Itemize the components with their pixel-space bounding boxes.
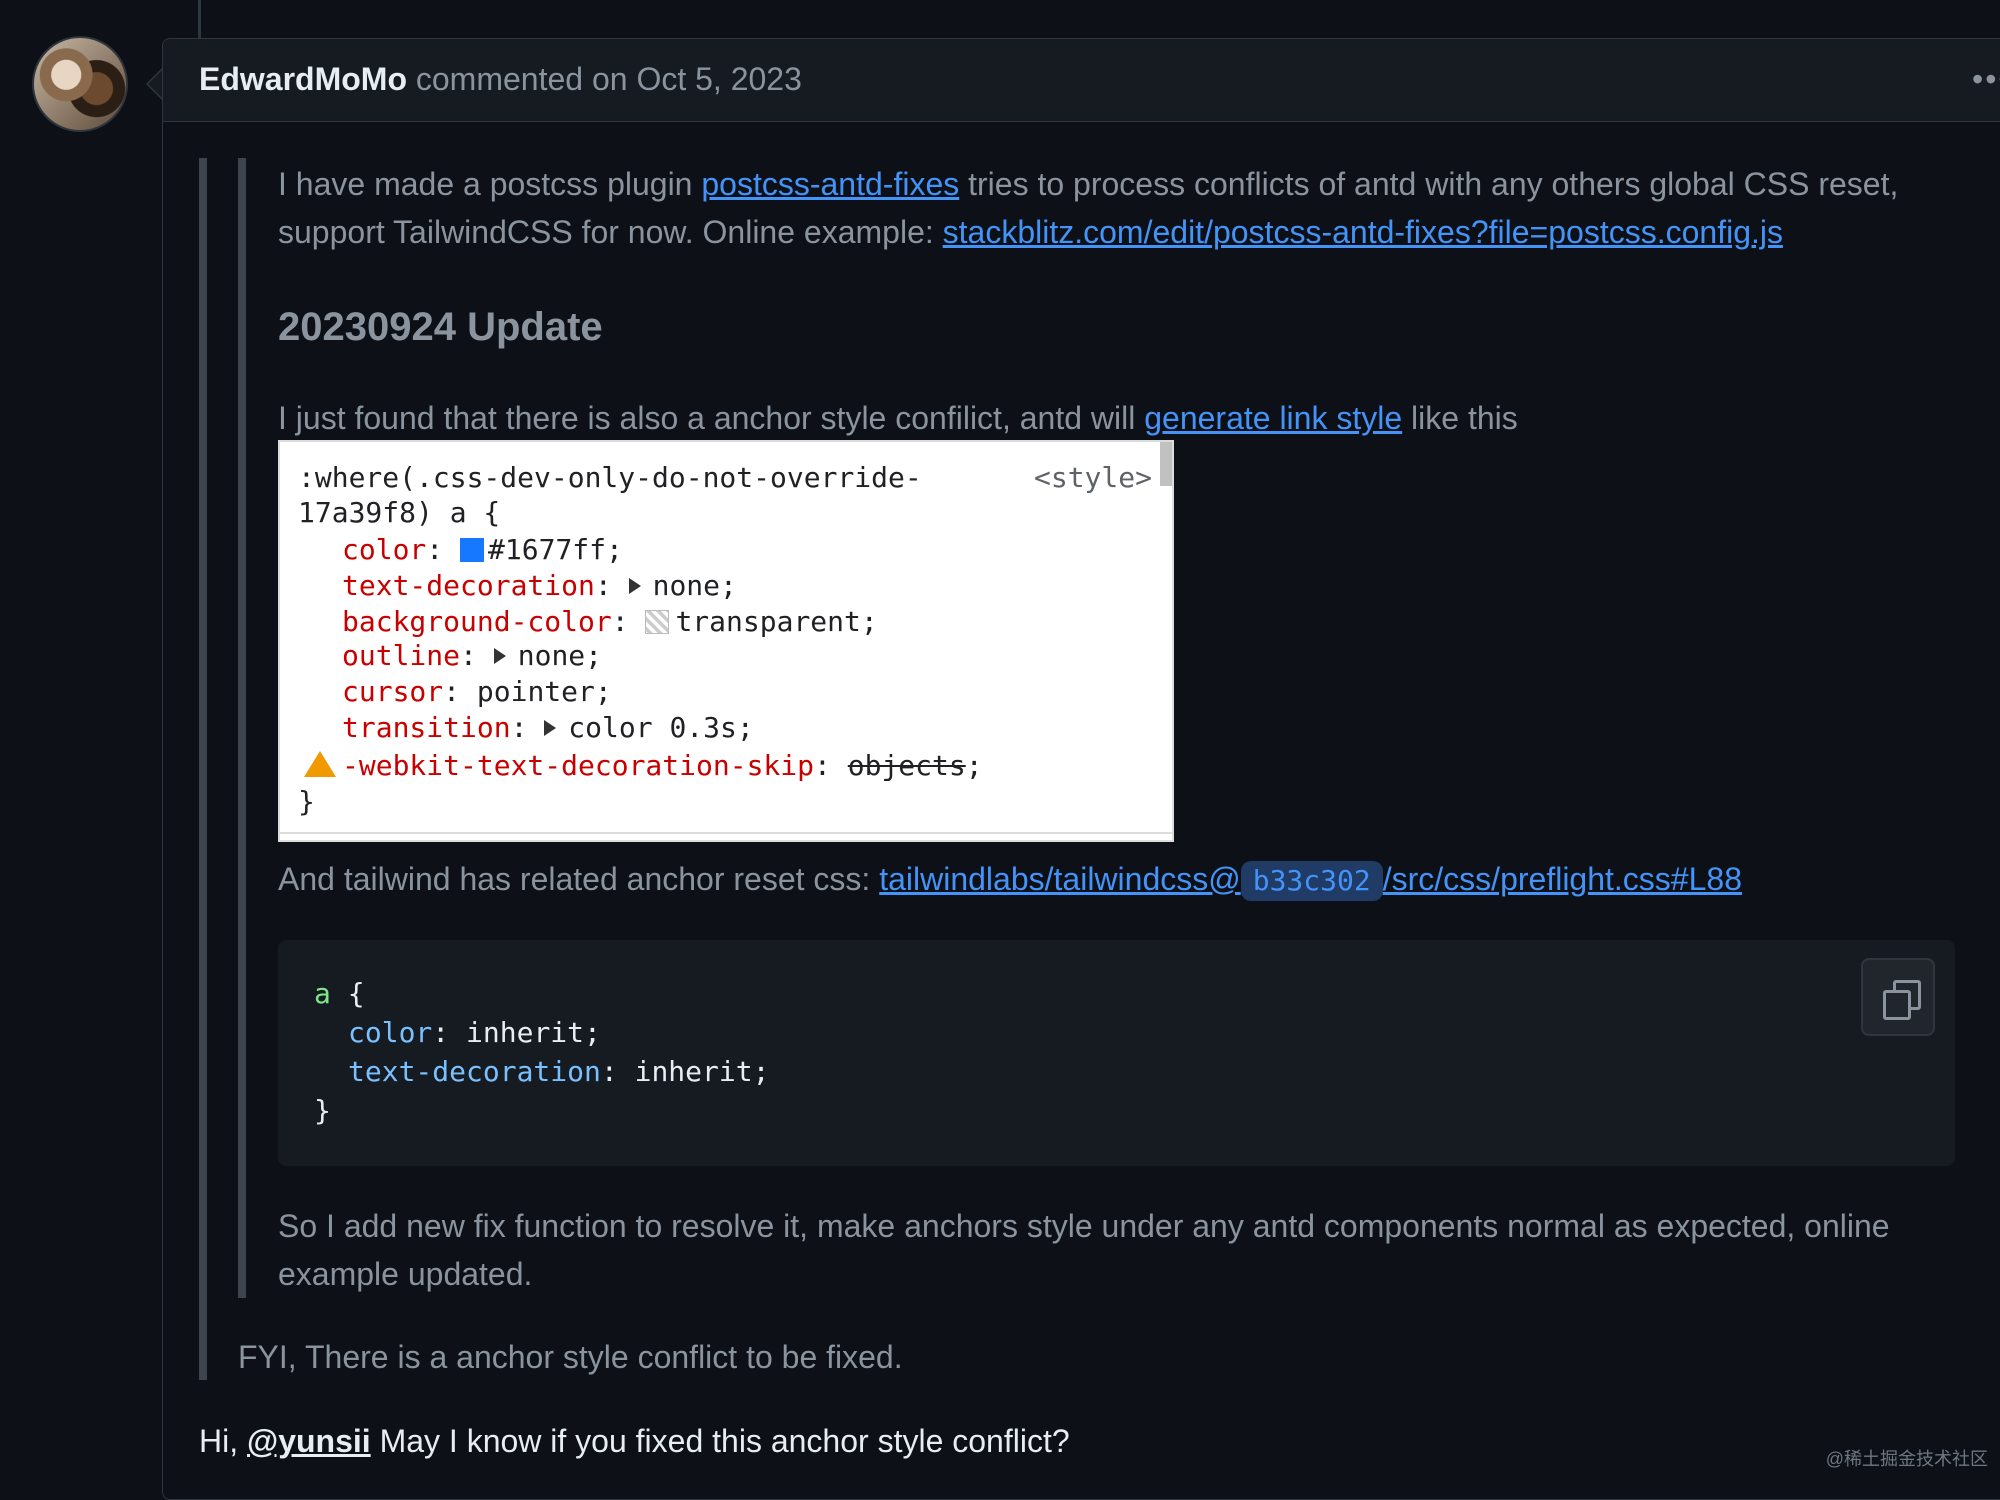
commit-sha-badge[interactable]: b33c302 bbox=[1240, 861, 1383, 901]
comment-meta[interactable]: commented on Oct 5, 2023 bbox=[416, 61, 802, 97]
prop-value: none; bbox=[517, 639, 603, 672]
link-preflight-css[interactable]: /src/css/preflight.css#L88 bbox=[1383, 861, 1742, 897]
avatar[interactable] bbox=[32, 36, 128, 132]
text: like this bbox=[1402, 400, 1518, 436]
text: I have made a postcss plugin bbox=[278, 166, 702, 202]
code-line-4: } bbox=[314, 1094, 331, 1127]
link-generate-link-style[interactable]: generate link style bbox=[1144, 400, 1402, 436]
prop-name: color bbox=[342, 533, 427, 566]
link-postcss-antd-fixes[interactable]: postcss-antd-fixes bbox=[701, 166, 959, 202]
devtools-style-tag: <style> bbox=[1033, 461, 1152, 494]
code-line-2: color: inherit; bbox=[348, 1013, 601, 1052]
code-selector: a bbox=[314, 977, 331, 1010]
prop-value: none; bbox=[652, 569, 737, 602]
copy-button[interactable] bbox=[1861, 958, 1935, 1036]
comment-author[interactable]: EdwardMoMo bbox=[199, 61, 407, 97]
more-options-icon[interactable]: ••• bbox=[1972, 61, 2000, 98]
devtools-rule-transition: transition: color 0.3s; bbox=[342, 711, 754, 744]
blockquote-bar-outer bbox=[199, 158, 207, 1380]
code-text: : inherit; bbox=[600, 1055, 770, 1088]
paragraph-fyi: FYI, There is a anchor style conflict to… bbox=[238, 1339, 903, 1375]
prop-value-invalid: objects bbox=[847, 749, 966, 782]
comment-header-text: EdwardMoMo commented on Oct 5, 2023 bbox=[199, 59, 802, 99]
text: May I know if you fixed this anchor styl… bbox=[370, 1423, 1070, 1459]
text: I just found that there is also a anchor… bbox=[278, 400, 1145, 436]
expand-triangle-icon bbox=[493, 648, 506, 664]
text: support TailwindCSS for now. Online exam… bbox=[278, 214, 943, 250]
color-swatch-icon bbox=[460, 538, 485, 562]
devtools-close-brace: } bbox=[298, 785, 315, 818]
text: tries to process conflicts of antd with … bbox=[959, 166, 1899, 202]
paragraph-plugin: I have made a postcss plugin postcss-ant… bbox=[278, 160, 1978, 256]
prop-value: transparent; bbox=[675, 605, 878, 638]
devtools-rule-color: color: #1677ff; bbox=[342, 533, 623, 566]
devtools-rule-background-color: background-color: transparent; bbox=[342, 605, 878, 638]
prop-name: -webkit-text-decoration-skip bbox=[342, 749, 815, 782]
code-line-1: a { bbox=[314, 974, 365, 1013]
code-block: a { color: inherit; text-decoration: inh… bbox=[278, 940, 1955, 1166]
warning-icon bbox=[304, 751, 336, 777]
blockquote-bar-inner bbox=[238, 158, 246, 1298]
devtools-rule-webkit-skip: -webkit-text-decoration-skip: objects; bbox=[304, 748, 983, 784]
prop-name: transition bbox=[342, 711, 511, 744]
prop-name: text-decoration bbox=[342, 569, 595, 602]
comment-arrow-inner bbox=[148, 70, 162, 98]
update-heading: 20230924 Update bbox=[278, 305, 603, 349]
devtools-divider bbox=[280, 832, 1172, 834]
watermark: @稀土掘金技术社区 bbox=[1825, 1449, 1988, 1469]
text: Hi, bbox=[199, 1423, 247, 1459]
devtools-selector-line2: 17a39f8) a { bbox=[298, 496, 501, 529]
transparent-swatch-icon bbox=[645, 610, 670, 634]
paragraph-fix-function: So I add new fix function to resolve it,… bbox=[278, 1202, 1978, 1298]
devtools-rule-outline: outline: none; bbox=[342, 639, 603, 672]
code-line-3: text-decoration: inherit; bbox=[348, 1052, 769, 1091]
code-property: text-decoration bbox=[348, 1055, 601, 1088]
mention-yunsii[interactable]: @yunsii bbox=[247, 1423, 371, 1459]
prop-name: background-color bbox=[342, 605, 612, 638]
code-text: : inherit; bbox=[432, 1016, 601, 1049]
text: example updated. bbox=[278, 1256, 533, 1292]
paragraph-anchor-conflict: I just found that there is also a anchor… bbox=[278, 394, 1978, 442]
text: So I add new fix function to resolve it,… bbox=[278, 1208, 1890, 1244]
devtools-scrollbar bbox=[1160, 442, 1172, 486]
comment-header: EdwardMoMo commented on Oct 5, 2023 ••• bbox=[163, 39, 2000, 122]
paragraph-question: Hi, @yunsii May I know if you fixed this… bbox=[199, 1417, 1899, 1465]
devtools-selector-line1: :where(.css-dev-only-do-not-override- bbox=[298, 461, 922, 494]
link-tailwindcss-repo[interactable]: tailwindlabs/tailwindcss@ bbox=[879, 861, 1241, 897]
text: And tailwind has related anchor reset cs… bbox=[278, 861, 880, 897]
code-text: { bbox=[330, 977, 365, 1010]
paragraph-tailwind-reset: And tailwind has related anchor reset cs… bbox=[278, 855, 1978, 903]
devtools-rule-text-decoration: text-decoration: none; bbox=[342, 569, 737, 602]
copy-icon bbox=[1883, 980, 1921, 1020]
devtools-rule-cursor: cursor: pointer; bbox=[342, 675, 612, 708]
prop-name: outline bbox=[342, 639, 461, 672]
code-property: color bbox=[348, 1016, 433, 1049]
link-stackblitz[interactable]: stackblitz.com/edit/postcss-antd-fixes?f… bbox=[943, 214, 1783, 250]
devtools-screenshot: :where(.css-dev-only-do-not-override- <s… bbox=[278, 440, 1174, 842]
prop-value: #1677ff; bbox=[488, 533, 623, 566]
prop-value: pointer; bbox=[476, 675, 612, 708]
expand-triangle-icon bbox=[544, 720, 557, 736]
prop-name: cursor bbox=[342, 675, 444, 708]
prop-value: color 0.3s; bbox=[568, 711, 754, 744]
expand-triangle-icon bbox=[628, 578, 641, 594]
timeline-line bbox=[198, 0, 201, 40]
